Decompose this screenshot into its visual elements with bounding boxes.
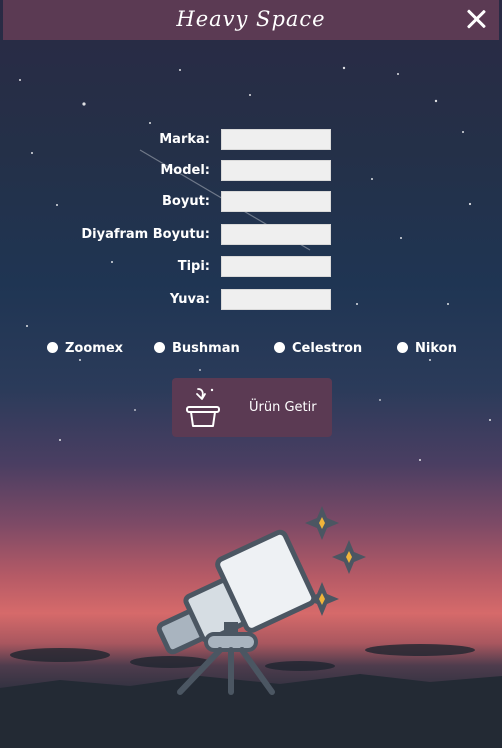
- boyut-input[interactable]: [221, 191, 331, 212]
- field-diyafram: Diyafram Boyutu:: [0, 224, 502, 246]
- tipi-input[interactable]: [221, 256, 331, 277]
- field-label: Boyut:: [162, 194, 210, 209]
- urun-getir-button[interactable]: Ürün Getir: [172, 378, 332, 437]
- field-boyut: Boyut:: [0, 191, 502, 213]
- radio-dot[interactable]: [154, 342, 165, 353]
- radio-dot[interactable]: [47, 342, 58, 353]
- window-title: Heavy Space: [176, 7, 326, 31]
- field-tipi: Tipi:: [0, 256, 502, 278]
- yuva-input[interactable]: [221, 289, 331, 310]
- field-label: Model:: [160, 163, 210, 178]
- field-label: Yuva:: [169, 292, 210, 307]
- radio-label: Zoomex: [65, 341, 124, 356]
- field-label: Tipi:: [177, 259, 210, 274]
- telescope-icon: [156, 506, 366, 695]
- field-yuva: Yuva:: [0, 289, 502, 311]
- sparkle-icon: [332, 540, 366, 574]
- radio-label: Bushman: [172, 341, 240, 356]
- close-icon[interactable]: [463, 6, 489, 32]
- marka-input[interactable]: [221, 129, 331, 150]
- diyafram-input[interactable]: [221, 224, 331, 245]
- field-label: Marka:: [159, 132, 210, 147]
- sparkle-icon: [305, 506, 339, 540]
- title-bar: Heavy Space: [3, 0, 499, 40]
- radio-dot[interactable]: [274, 342, 285, 353]
- field-model: Model:: [0, 160, 502, 182]
- app-window: Heavy Space Marka: Model: Boyut: Diyafra…: [0, 0, 502, 748]
- model-input[interactable]: [221, 160, 331, 181]
- button-label: Ürün Getir: [249, 400, 317, 415]
- basket-arrow-icon: [186, 388, 220, 427]
- radio-label: Celestron: [292, 341, 363, 356]
- radio-label: Nikon: [415, 341, 457, 356]
- field-marka: Marka:: [0, 129, 502, 151]
- radio-dot[interactable]: [397, 342, 408, 353]
- field-label: Diyafram Boyutu:: [81, 227, 210, 242]
